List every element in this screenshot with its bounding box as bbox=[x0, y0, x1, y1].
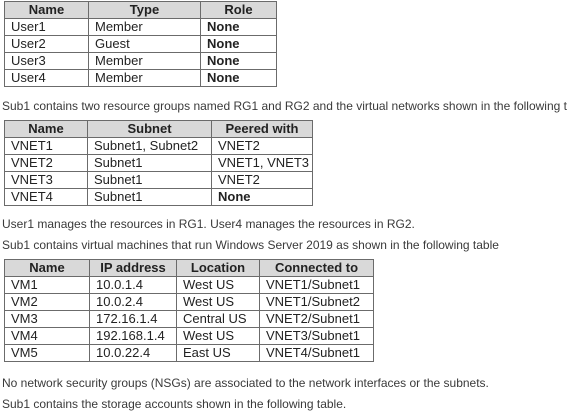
paragraph-storage-intro: Sub1 contains the storage accounts shown… bbox=[2, 397, 347, 411]
vnet-name-cell: VNET3 bbox=[4, 171, 88, 189]
table-row: VNET4 Subnet1 None bbox=[4, 188, 313, 206]
column-header: Peered with bbox=[211, 120, 313, 138]
vnet-name-cell: VNET4 bbox=[4, 188, 88, 206]
vm-location-cell: West US bbox=[176, 327, 260, 345]
vm-location-cell: West US bbox=[176, 293, 260, 311]
vm-name-cell: VM2 bbox=[4, 293, 90, 311]
vm-name-cell: VM4 bbox=[4, 327, 90, 345]
vnet-subnet-cell: Subnet1 bbox=[87, 154, 212, 172]
user-role-cell: None bbox=[200, 69, 277, 87]
table-row: User1 Member None bbox=[4, 18, 277, 36]
vm-connected-cell: VNET4/Subnet1 bbox=[259, 344, 374, 362]
vnet-peered-cell: VNET2 bbox=[211, 171, 313, 189]
paragraph-vms-intro: Sub1 contains virtual machines that run … bbox=[2, 238, 499, 252]
column-header: Connected to bbox=[259, 259, 374, 277]
user-name-cell: User1 bbox=[4, 18, 89, 36]
vm-ip-cell: 192.168.1.4 bbox=[89, 327, 177, 345]
user-role-cell: None bbox=[200, 52, 277, 70]
table-row: VM2 10.0.2.4 West US VNET1/Subnet2 bbox=[4, 293, 374, 311]
vm-location-cell: West US bbox=[176, 276, 260, 294]
user-type-cell: Member bbox=[88, 52, 201, 70]
user-type-cell: Member bbox=[88, 18, 201, 36]
vm-table: Name IP address Location Connected to VM… bbox=[4, 259, 374, 362]
vnet-peered-cell: VNET2 bbox=[211, 137, 313, 155]
vm-connected-cell: VNET1/Subnet1 bbox=[259, 276, 374, 294]
table-row: User3 Member None bbox=[4, 52, 277, 70]
table-row: User4 Member None bbox=[4, 69, 277, 87]
vm-name-cell: VM5 bbox=[4, 344, 90, 362]
paragraph-managers: User1 manages the resources in RG1. User… bbox=[2, 217, 415, 231]
column-header: Name bbox=[4, 120, 88, 138]
table-row: User2 Guest None bbox=[4, 35, 277, 53]
table-header-row: Name IP address Location Connected to bbox=[4, 259, 374, 277]
user-name-cell: User4 bbox=[4, 69, 89, 87]
vnet-subnet-cell: Subnet1, Subnet2 bbox=[87, 137, 212, 155]
table-row: VM4 192.168.1.4 West US VNET3/Subnet1 bbox=[4, 327, 374, 345]
vm-connected-cell: VNET2/Subnet1 bbox=[259, 310, 374, 328]
table-row: VM3 172.16.1.4 Central US VNET2/Subnet1 bbox=[4, 310, 374, 328]
user-name-cell: User2 bbox=[4, 35, 89, 53]
column-header: Name bbox=[4, 1, 89, 19]
user-role-cell: None bbox=[200, 35, 277, 53]
vnet-peered-cell: VNET1, VNET3 bbox=[211, 154, 313, 172]
user-type-cell: Guest bbox=[88, 35, 201, 53]
vm-connected-cell: VNET3/Subnet1 bbox=[259, 327, 374, 345]
column-header: Name bbox=[4, 259, 90, 277]
vnet-subnet-cell: Subnet1 bbox=[87, 188, 212, 206]
vm-ip-cell: 10.0.1.4 bbox=[89, 276, 177, 294]
vm-ip-cell: 10.0.2.4 bbox=[89, 293, 177, 311]
vm-location-cell: East US bbox=[176, 344, 260, 362]
vnet-subnet-cell: Subnet1 bbox=[87, 171, 212, 189]
table-row: VM5 10.0.22.4 East US VNET4/Subnet1 bbox=[4, 344, 374, 362]
vm-location-cell: Central US bbox=[176, 310, 260, 328]
vm-name-cell: VM1 bbox=[4, 276, 90, 294]
column-header: Role bbox=[200, 1, 277, 19]
user-name-cell: User3 bbox=[4, 52, 89, 70]
vm-ip-cell: 172.16.1.4 bbox=[89, 310, 177, 328]
user-type-cell: Member bbox=[88, 69, 201, 87]
vm-ip-cell: 10.0.22.4 bbox=[89, 344, 177, 362]
table-row: VNET2 Subnet1 VNET1, VNET3 bbox=[4, 154, 313, 172]
column-header: IP address bbox=[89, 259, 177, 277]
vnet-peered-cell: None bbox=[211, 188, 313, 206]
column-header: Location bbox=[176, 259, 260, 277]
vnet-name-cell: VNET2 bbox=[4, 154, 88, 172]
vnet-table: Name Subnet Peered with VNET1 Subnet1, S… bbox=[4, 120, 313, 206]
users-table: Name Type Role User1 Member None User2 G… bbox=[4, 1, 277, 87]
column-header: Subnet bbox=[87, 120, 212, 138]
table-row: VNET3 Subnet1 VNET2 bbox=[4, 171, 313, 189]
vm-connected-cell: VNET1/Subnet2 bbox=[259, 293, 374, 311]
table-row: VNET1 Subnet1, Subnet2 VNET2 bbox=[4, 137, 313, 155]
vnet-name-cell: VNET1 bbox=[4, 137, 88, 155]
user-role-cell: None bbox=[200, 18, 277, 36]
table-header-row: Name Type Role bbox=[4, 1, 277, 19]
paragraph-nsg: No network security groups (NSGs) are as… bbox=[2, 376, 489, 390]
table-row: VM1 10.0.1.4 West US VNET1/Subnet1 bbox=[4, 276, 374, 294]
column-header: Type bbox=[88, 1, 201, 19]
vm-name-cell: VM3 bbox=[4, 310, 90, 328]
table-header-row: Name Subnet Peered with bbox=[4, 120, 313, 138]
paragraph-resource-groups: Sub1 contains two resource groups named … bbox=[2, 99, 567, 113]
